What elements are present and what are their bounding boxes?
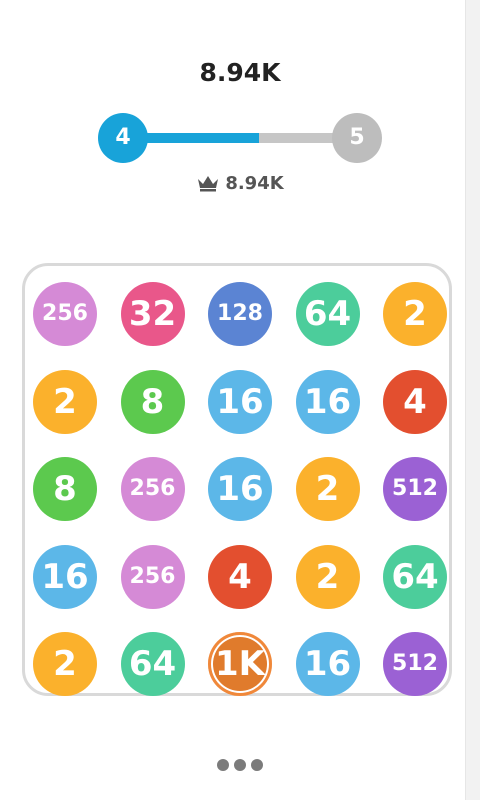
- tile-r1-c5[interactable]: 2: [383, 282, 447, 346]
- next-level-badge: 5: [332, 113, 382, 163]
- dot: [251, 759, 263, 771]
- tile-r4-c5[interactable]: 64: [383, 544, 447, 609]
- tile-r2-c5[interactable]: 4: [383, 369, 447, 434]
- dot: [234, 759, 246, 771]
- tile-r3-c1[interactable]: 8: [33, 457, 97, 521]
- tile-r1-c4[interactable]: 64: [295, 282, 360, 346]
- tile-r2-c1[interactable]: 2: [33, 369, 97, 434]
- tile-r2-c4[interactable]: 16: [295, 369, 360, 434]
- tile-r5-c5[interactable]: 512: [383, 632, 447, 696]
- side-edge: [465, 0, 480, 800]
- tile-r2-c3[interactable]: 16: [208, 369, 272, 434]
- tile-r4-c2[interactable]: 256: [120, 544, 185, 609]
- tile-r5-c3[interactable]: 1K: [208, 632, 272, 696]
- tile-r5-c4[interactable]: 16: [295, 632, 360, 696]
- crown-icon: [198, 176, 219, 192]
- tile-r3-c5[interactable]: 512: [383, 457, 447, 521]
- tile-r1-c1[interactable]: 256: [33, 282, 97, 346]
- tile-r4-c1[interactable]: 16: [33, 544, 97, 609]
- tile-r3-c4[interactable]: 2: [295, 457, 360, 521]
- level-progress: 4 5: [98, 113, 382, 163]
- more-dots-icon[interactable]: [0, 759, 480, 773]
- tile-r3-c3[interactable]: 16: [208, 457, 272, 521]
- tile-r5-c1[interactable]: 2: [33, 632, 97, 696]
- tile-r3-c2[interactable]: 256: [120, 457, 185, 521]
- best-score-value: 8.94K: [225, 172, 284, 194]
- game-board: 256 32 128 64 2 2 8 16 16 4 8 256 16 2 512 16 256 4 2 64 2 64…: [22, 263, 452, 696]
- tile-r1-c3[interactable]: 128: [208, 282, 272, 346]
- tile-r4-c3[interactable]: 4: [208, 544, 272, 609]
- score-display: 8.94K: [199, 58, 281, 87]
- current-level-badge: 4: [98, 113, 148, 163]
- tile-r5-c2[interactable]: 64: [120, 632, 185, 696]
- tile-r4-c4[interactable]: 2: [295, 544, 360, 609]
- tile-r2-c2[interactable]: 8: [120, 369, 185, 434]
- tile-r1-c2[interactable]: 32: [120, 282, 185, 346]
- dot: [217, 759, 229, 771]
- best-score: 8.94K: [0, 170, 480, 196]
